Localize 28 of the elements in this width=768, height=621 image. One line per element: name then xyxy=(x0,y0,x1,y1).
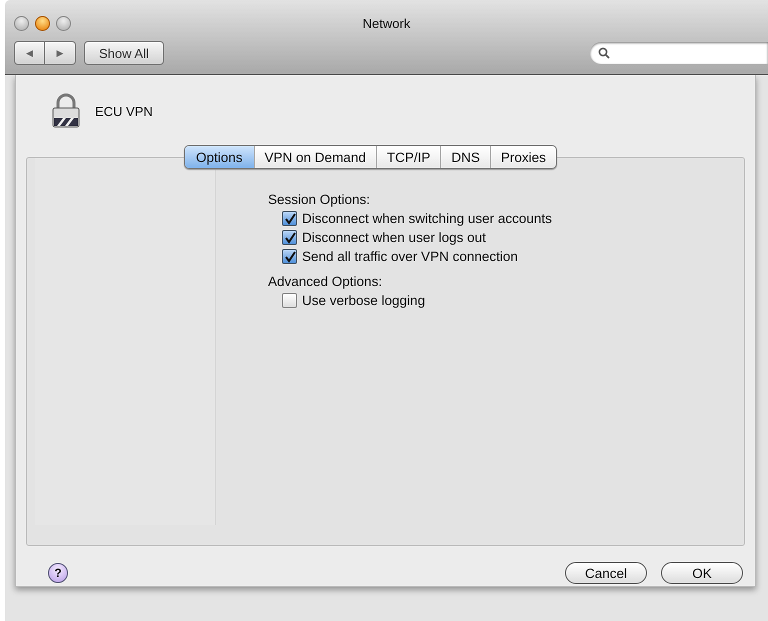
help-button[interactable]: ? xyxy=(48,563,68,583)
checkbox[interactable] xyxy=(282,249,297,264)
section-heading: Session Options: xyxy=(268,192,372,207)
back-button[interactable]: ◀ xyxy=(14,41,45,65)
search-icon xyxy=(598,47,610,59)
service-name: ECU VPN xyxy=(95,104,153,118)
window-title: Network xyxy=(362,15,410,31)
tab[interactable]: VPN on Demand xyxy=(254,146,376,168)
minimize-light-icon[interactable] xyxy=(35,16,50,31)
checkbox-label: Disconnect when user logs out xyxy=(302,230,486,245)
padlock-icon xyxy=(51,93,81,129)
close-light-icon[interactable] xyxy=(14,16,29,31)
checkbox-label: Disconnect when switching user accounts xyxy=(302,211,552,226)
checkbox-label: Use verbose logging xyxy=(302,293,426,308)
checkbox[interactable] xyxy=(282,293,297,308)
zoom-light-icon[interactable] xyxy=(56,16,71,31)
forward-button[interactable]: ▶ xyxy=(45,41,76,65)
dialog-button[interactable]: Cancel xyxy=(565,562,647,584)
tab[interactable]: TCP/IP xyxy=(376,146,440,168)
checkbox[interactable] xyxy=(282,211,297,226)
tab[interactable]: Options xyxy=(185,146,254,168)
search-field[interactable] xyxy=(590,42,768,64)
show-all-button[interactable]: Show All xyxy=(84,41,164,65)
tab[interactable]: DNS xyxy=(440,146,490,168)
checkbox-label: Send all traffic over VPN connection xyxy=(302,249,518,264)
section-heading: Advanced Options: xyxy=(268,274,384,289)
dialog-button[interactable]: OK xyxy=(661,562,743,584)
checkbox[interactable] xyxy=(282,230,297,245)
